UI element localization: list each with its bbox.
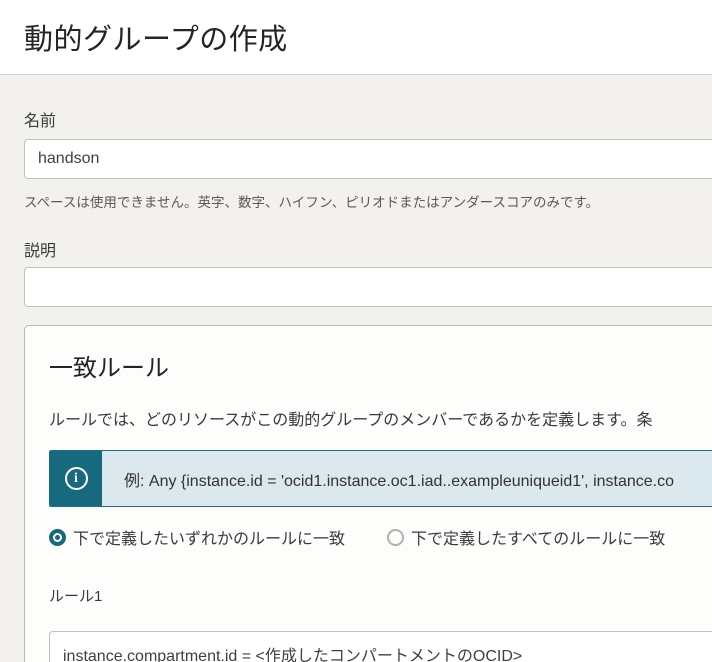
- rule-match-options: 下で定義したいずれかのルールに一致 下で定義したすべてのルールに一致: [49, 525, 712, 549]
- match-all-radio[interactable]: 下で定義したすべてのルールに一致: [387, 525, 665, 549]
- description-input[interactable]: [24, 267, 712, 307]
- rule1-label: ルール1: [49, 585, 712, 606]
- match-all-label: 下で定義したすべてのルールに一致: [411, 525, 665, 549]
- name-help-text: スペースは使用できません。英字、数字、ハイフン、ピリオドまたはアンダースコアのみ…: [24, 191, 712, 211]
- info-icon: i: [65, 467, 88, 490]
- name-input[interactable]: [24, 139, 712, 179]
- match-any-label: 下で定義したいずれかのルールに一致: [73, 525, 345, 549]
- example-rule-text: 例: Any {instance.id = 'ocid1.instance.oc…: [102, 451, 712, 506]
- dialog-header: 動的グループの作成: [0, 0, 712, 75]
- matching-rules-heading: 一致ルール: [49, 348, 712, 383]
- radio-unselected-icon[interactable]: [387, 529, 404, 546]
- description-field-label: 説明: [24, 237, 712, 261]
- match-any-radio[interactable]: 下で定義したいずれかのルールに一致: [49, 525, 345, 549]
- radio-selected-icon[interactable]: [49, 529, 66, 546]
- rule1-input[interactable]: [49, 631, 712, 662]
- matching-rules-intro: ルールでは、どのリソースがこの動的グループのメンバーであるかを定義します。条: [49, 406, 712, 430]
- matching-rules-panel: 一致ルール ルールでは、どのリソースがこの動的グループのメンバーであるかを定義し…: [24, 325, 712, 662]
- example-info-banner: i 例: Any {instance.id = 'ocid1.instance.…: [49, 450, 712, 507]
- dialog-body: 名前 スペースは使用できません。英字、数字、ハイフン、ピリオドまたはアンダースコ…: [0, 75, 712, 662]
- name-field-label: 名前: [24, 107, 712, 131]
- page-title: 動的グループの作成: [24, 16, 288, 58]
- info-icon-cell: i: [50, 451, 102, 506]
